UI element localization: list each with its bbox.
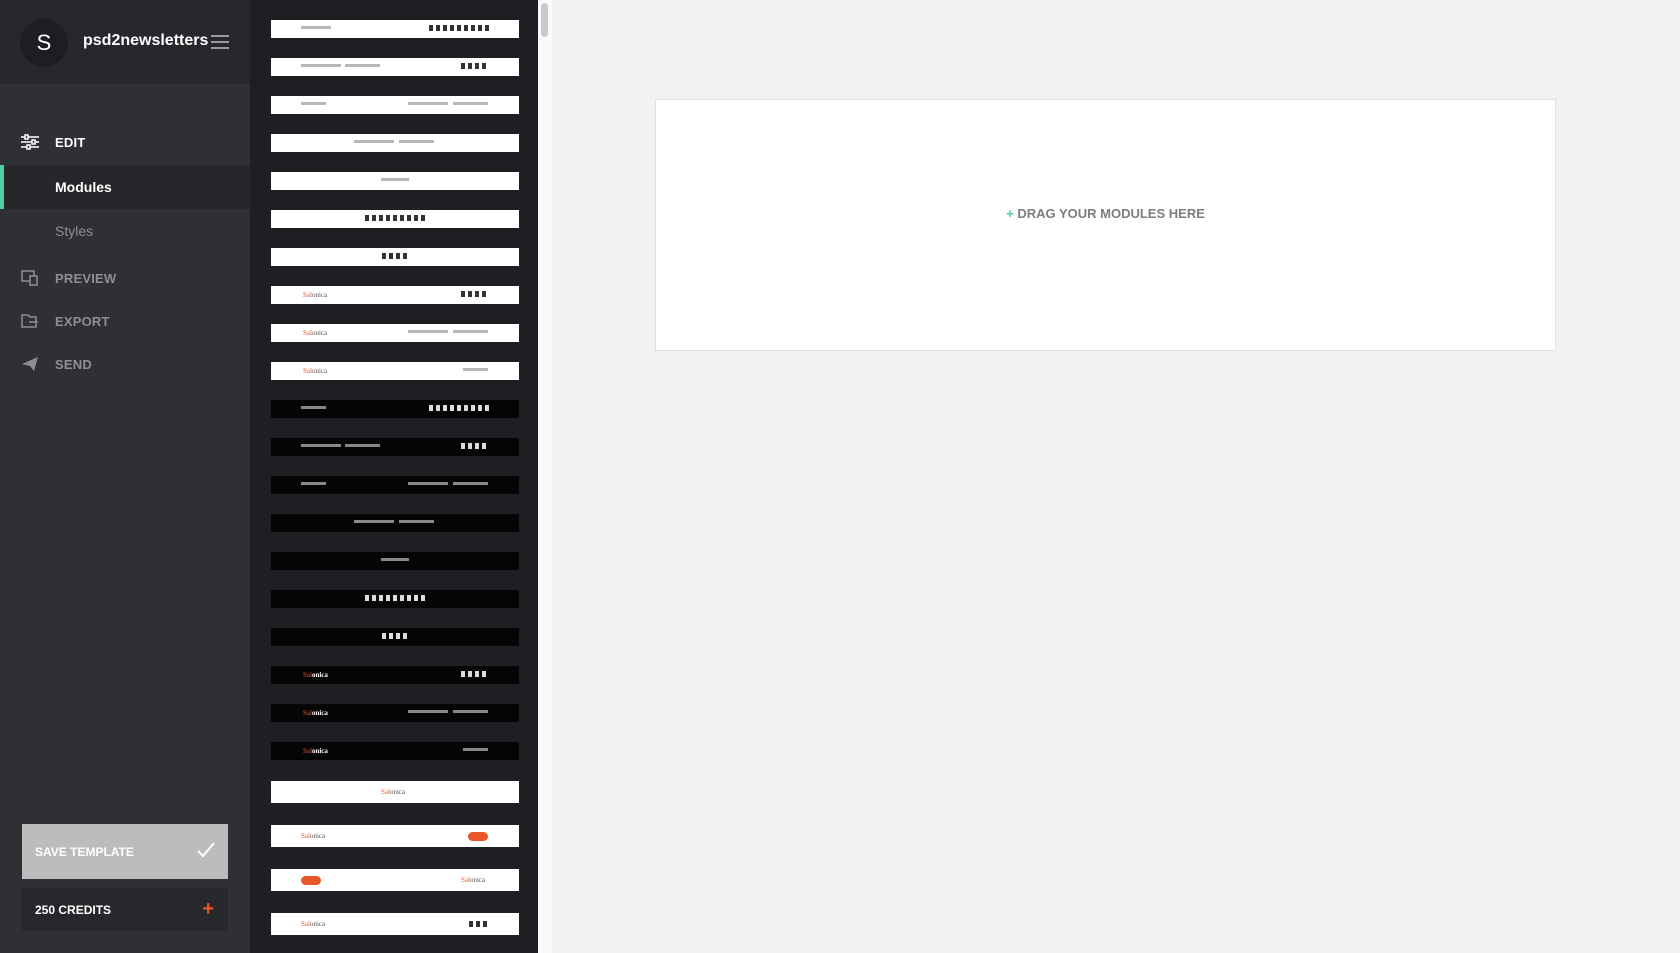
module-thumbnail[interactable] (271, 210, 519, 228)
module-thumbnail[interactable]: Salonica (271, 666, 519, 684)
nav-edit-label: EDIT (55, 134, 86, 150)
sidebar-item-modules[interactable]: Modules (0, 165, 250, 209)
module-thumbnail[interactable] (271, 134, 519, 152)
module-logo: Salonica (301, 920, 326, 928)
newsletter-drop-zone[interactable]: + DRAG YOUR MODULES HERE (655, 99, 1556, 351)
modules-panel: Salonica Salonica Salonica Salonica Salo… (250, 0, 538, 953)
export-icon (20, 313, 40, 329)
nav-export-label: EXPORT (55, 313, 110, 329)
module-thumbnail[interactable]: Salonica (271, 913, 519, 935)
module-thumbnail[interactable]: Salonica (271, 825, 519, 847)
module-thumbnail[interactable]: Salonica (271, 781, 519, 803)
module-logo: Salonica (303, 291, 328, 299)
nav-send-label: SEND (55, 356, 92, 372)
avatar[interactable]: S (20, 19, 68, 67)
module-logo: Salonica (303, 709, 328, 717)
module-thumbnail[interactable]: Salonica (271, 324, 519, 342)
module-thumbnail[interactable]: Salonica (271, 362, 519, 380)
module-thumbnail[interactable] (271, 20, 519, 38)
module-logo: Salonica (381, 788, 406, 796)
credits-button[interactable]: 250 CREDITS + (22, 888, 228, 931)
plus-icon: + (1006, 205, 1014, 221)
nav-send[interactable]: SEND (0, 343, 250, 385)
nav-preview[interactable]: PREVIEW (0, 257, 250, 299)
drop-zone-hint: + DRAG YOUR MODULES HERE (1006, 206, 1205, 221)
paper-plane-icon (20, 356, 40, 372)
module-thumbnail[interactable] (271, 552, 519, 570)
module-thumbnail[interactable]: Salonica (271, 704, 519, 722)
nav-export[interactable]: EXPORT (0, 300, 250, 342)
save-template-button[interactable]: SAVE TEMPLATE (22, 824, 228, 879)
sidebar-item-label: Modules (55, 179, 112, 195)
sidebar-item-styles[interactable]: Styles (0, 209, 250, 253)
credits-label: 250 CREDITS (35, 902, 112, 917)
module-thumbnail[interactable]: Salonica (271, 286, 519, 304)
module-logo: Salonica (461, 876, 486, 884)
module-logo: Salonica (303, 671, 328, 679)
plus-icon[interactable]: + (202, 898, 214, 921)
hamburger-menu-icon[interactable] (211, 35, 229, 49)
nav-preview-label: PREVIEW (55, 270, 117, 286)
sidebar: S psd2newsletters EDIT Modules Styles PR… (0, 0, 250, 953)
module-thumbnail[interactable]: Salonica (271, 742, 519, 760)
module-logo: Salonica (303, 367, 328, 375)
module-thumbnail[interactable] (271, 96, 519, 114)
brand-name: psd2newsletters (83, 32, 209, 49)
module-logo: Salonica (301, 832, 326, 840)
nav-edit[interactable]: EDIT (0, 121, 250, 163)
sliders-icon (20, 134, 40, 150)
module-logo: Salonica (303, 747, 328, 755)
modules-scrollbar[interactable] (538, 0, 552, 953)
sidebar-item-label: Styles (55, 223, 94, 239)
module-thumbnail[interactable] (271, 248, 519, 266)
module-thumbnail[interactable] (271, 476, 519, 494)
module-thumbnail[interactable] (271, 400, 519, 418)
scrollbar-thumb[interactable] (541, 3, 548, 37)
checkmark-icon (196, 841, 216, 862)
module-logo: Salonica (303, 329, 328, 337)
module-thumbnail[interactable] (271, 58, 519, 76)
module-thumbnail[interactable]: Salonica (271, 869, 519, 891)
module-thumbnail[interactable] (271, 172, 519, 190)
drop-zone-label: DRAG YOUR MODULES HERE (1017, 205, 1205, 221)
module-thumbnail[interactable] (271, 514, 519, 532)
module-thumbnail[interactable] (271, 590, 519, 608)
module-thumbnail[interactable] (271, 438, 519, 456)
module-thumbnail[interactable] (271, 628, 519, 646)
save-template-label: SAVE TEMPLATE (35, 844, 134, 859)
devices-icon (20, 270, 40, 286)
sidebar-header: S psd2newsletters (0, 0, 250, 84)
